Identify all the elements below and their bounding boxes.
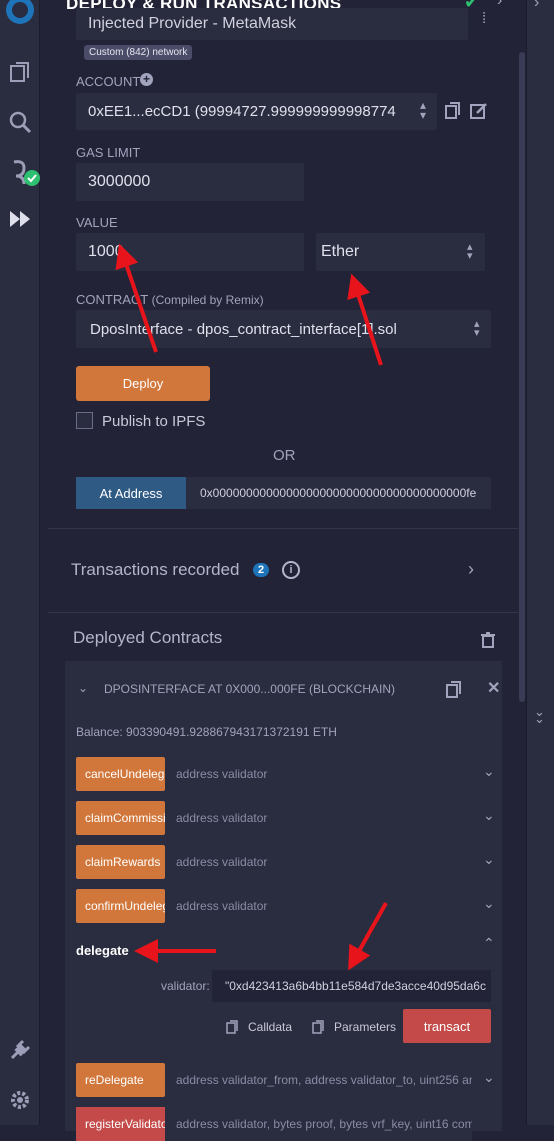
function-button-registervalidator[interactable]: registerValidator (76, 1107, 165, 1141)
instance-title[interactable]: DPOSINTERFACE AT 0X000...000FE (BLOCKCHA… (104, 682, 395, 696)
chevron-down-icon[interactable]: ⌄ (483, 851, 495, 868)
function-input[interactable]: address validator, bytes proof, bytes vr… (165, 1107, 472, 1141)
icon-sidebar (0, 0, 40, 1125)
close-icon[interactable]: ✕ (487, 678, 500, 698)
deploy-panel: DEPLOY & RUN TRANSACTIONS ✔ › Injected P… (48, 0, 518, 1141)
settings-gear-icon[interactable] (8, 1088, 32, 1112)
copy-calldata-icon[interactable] (226, 1020, 238, 1039)
file-explorer-icon[interactable] (8, 60, 32, 84)
publish-ipfs-checkbox[interactable] (76, 412, 93, 429)
double-chevron-down-icon[interactable]: ⌄ ⌄ (534, 705, 545, 725)
chevron-down-icon[interactable]: ⌄ (78, 681, 88, 695)
copy-parameters-icon[interactable] (312, 1020, 324, 1039)
add-account-icon[interactable]: + (140, 73, 153, 86)
or-text: OR (273, 447, 296, 464)
function-input[interactable]: address validator (165, 757, 472, 791)
edit-account-icon[interactable] (470, 102, 488, 125)
chevron-right-icon[interactable]: › (468, 559, 474, 580)
compiler-icon[interactable] (8, 158, 40, 188)
divider (48, 528, 518, 529)
function-button-claimcommission[interactable]: claimCommissionRewards (76, 801, 165, 835)
validator-param-input[interactable]: "0xd423413a6b4bb11e584d7de3acce40d95da6c (212, 970, 491, 1002)
chevron-right-icon[interactable]: › (534, 0, 539, 12)
function-button-confirmundelegate[interactable]: confirmUndelegate (76, 889, 165, 923)
contract-select-arrows-icon: ▴ ▾ (474, 318, 480, 339)
divider (48, 612, 518, 613)
unit-select-arrows-icon: ▴ ▾ (467, 241, 473, 262)
info-circle-icon[interactable]: i (282, 561, 300, 579)
function-input[interactable]: address validator_from, address validato… (165, 1063, 472, 1097)
plugin-manager-icon[interactable] (8, 1038, 32, 1062)
transactions-count-badge: 2 (253, 563, 270, 577)
publish-ipfs-label: Publish to IPFS (102, 413, 206, 430)
transactions-recorded-label[interactable]: Transactions recorded (71, 560, 240, 580)
network-badge: Custom (842) network (84, 45, 193, 60)
function-button-cancelundelegate[interactable]: cancelUndelegate (76, 757, 165, 791)
delegate-function-title: delegate (76, 943, 129, 958)
account-select[interactable]: 0xEE1...ecCD1 (99994727.999999999998774 (76, 93, 437, 130)
function-button-claimrewards[interactable]: claimRewards (76, 845, 165, 879)
account-label: ACCOUNT (76, 74, 141, 89)
deploy-button[interactable]: Deploy (76, 366, 210, 401)
copy-account-icon[interactable] (445, 102, 461, 125)
gas-limit-label: GAS LIMIT (76, 145, 141, 160)
contract-select[interactable]: DposInterface - dpos_contract_interface[… (76, 310, 491, 348)
function-button-redelegate[interactable]: reDelegate (76, 1063, 165, 1097)
calldata-link[interactable]: Calldata (248, 1020, 292, 1034)
value-label: VALUE (76, 215, 118, 230)
trash-icon[interactable] (481, 632, 495, 653)
scrollbar[interactable] (518, 0, 526, 1125)
gas-limit-input[interactable]: 3000000 (76, 163, 304, 201)
right-sidebar: › ⌄ ⌄ (526, 0, 554, 1125)
balance-text: Balance: 903390491.928867943171372191 ET… (76, 725, 337, 739)
account-select-arrows-icon: ▴ ▾ (420, 98, 427, 122)
chevron-down-icon[interactable]: ⌄ (483, 1069, 495, 1086)
search-icon[interactable] (8, 110, 32, 134)
at-address-input[interactable]: 0x00000000000000000000000000000000000000… (186, 477, 491, 509)
function-input[interactable]: address validator (165, 889, 472, 923)
function-input[interactable]: address validator (165, 801, 472, 835)
chevron-down-icon[interactable]: ⌄ (483, 763, 495, 780)
chevron-down-icon[interactable]: ⌄ (483, 807, 495, 824)
parameters-link[interactable]: Parameters (334, 1020, 396, 1034)
info-icon[interactable]: ⁞ (482, 10, 486, 27)
chevron-up-icon[interactable]: ⌃ (483, 935, 495, 952)
deployed-instance-card: ⌄ DPOSINTERFACE AT 0X000...000FE (BLOCKC… (65, 661, 502, 1141)
copy-address-icon[interactable] (446, 681, 462, 704)
deploy-run-icon[interactable] (8, 207, 32, 231)
function-input[interactable]: address validator (165, 845, 472, 879)
chevron-down-icon[interactable]: ⌄ (483, 895, 495, 912)
value-unit-select[interactable]: Ether (316, 233, 485, 271)
deployed-contracts-title: Deployed Contracts (73, 628, 223, 647)
scrollbar-thumb[interactable] (519, 52, 525, 702)
contract-label: CONTRACT (Compiled by Remix) (76, 292, 264, 307)
value-input[interactable]: 1000 (76, 233, 304, 271)
validator-param-label: validator: (161, 979, 210, 993)
environment-select[interactable]: Injected Provider - MetaMask (76, 8, 468, 40)
at-address-button[interactable]: At Address (76, 477, 186, 509)
transact-button[interactable]: transact (403, 1009, 491, 1043)
chevron-right-icon[interactable]: › (497, 0, 502, 10)
remix-logo-icon[interactable] (4, 0, 36, 32)
